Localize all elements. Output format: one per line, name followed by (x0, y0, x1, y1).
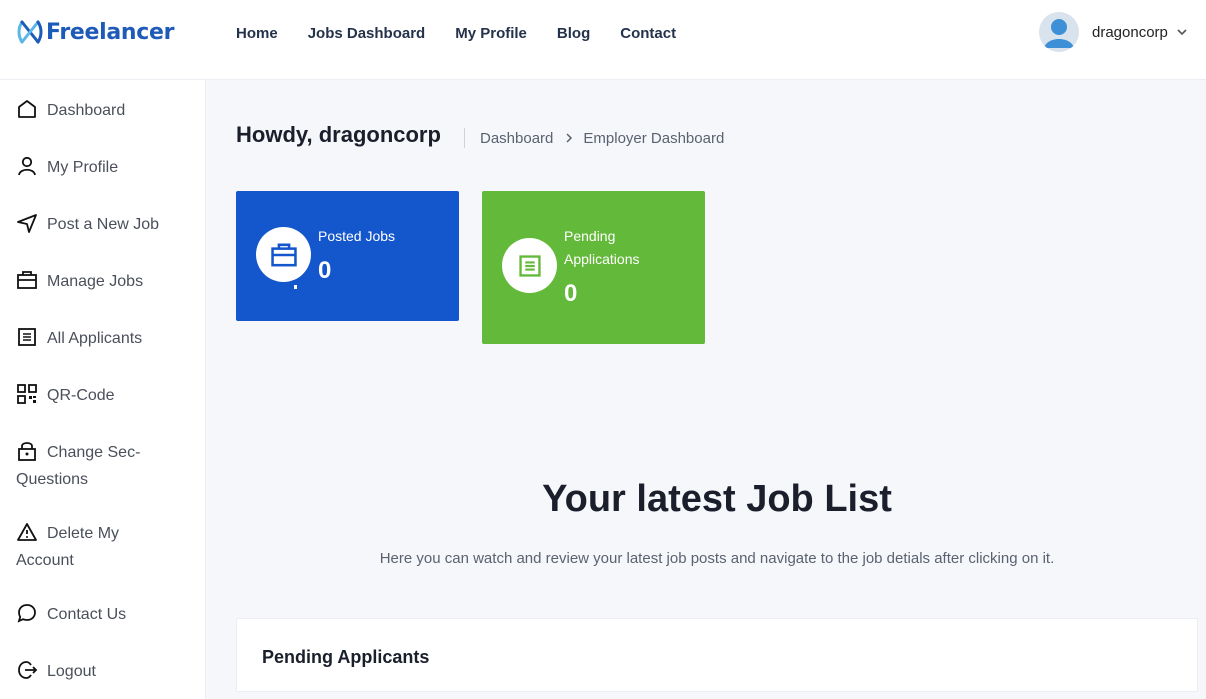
panel-title: Pending Applicants (262, 647, 430, 667)
sidebar-item-label: Post a New Job (47, 216, 160, 233)
posted-jobs-card[interactable]: Posted Jobs 0 (236, 191, 459, 321)
sidebar-item-change-sec-questions[interactable]: Change Sec-Questions (16, 439, 176, 493)
sidebar: Dashboard My Profile Post a New Job Mana… (0, 80, 206, 699)
pending-applications-label: Pending Applications (564, 228, 640, 267)
section-subtitle: Here you can watch and review your lates… (379, 550, 1055, 567)
breadcrumb-dashboard[interactable]: Dashboard (480, 130, 553, 147)
sidebar-item-label: All Applicants (47, 330, 143, 347)
page-title: Howdy, dragoncorp (236, 122, 441, 147)
brand-name: Freelancer (46, 19, 175, 45)
chat-icon (17, 604, 36, 623)
brand-logo[interactable]: Freelancer (16, 18, 174, 46)
top-header: Freelancer Home Jobs Dashboard My Profil… (0, 0, 1206, 80)
sidebar-item-delete-account[interactable]: Delete My Account (16, 520, 176, 574)
breadcrumb: Dashboard Employer Dashboard (464, 128, 724, 148)
chevron-right-icon (566, 133, 573, 143)
home-icon (18, 100, 36, 118)
nav-contact[interactable]: Contact (620, 25, 676, 42)
breadcrumb-current: Employer Dashboard (583, 129, 725, 147)
sidebar-item-logout[interactable]: Logout (16, 658, 176, 685)
sidebar-item-contact-us[interactable]: Contact Us (16, 601, 176, 628)
avatar (1039, 12, 1079, 52)
sidebar-item-all-applicants[interactable]: All Applicants (16, 325, 176, 352)
user-icon (18, 156, 36, 176)
warning-icon (17, 523, 37, 541)
document-icon (518, 254, 541, 277)
sidebar-item-my-profile[interactable]: My Profile (16, 154, 176, 181)
nav-my-profile[interactable]: My Profile (455, 25, 527, 42)
lock-icon (18, 442, 36, 461)
nav-jobs-dashboard[interactable]: Jobs Dashboard (308, 25, 426, 42)
pending-applications-card[interactable]: Pending Applications 0 (482, 191, 705, 344)
logout-icon (18, 661, 38, 679)
document-icon (18, 328, 36, 346)
sidebar-item-label: Manage Jobs (47, 273, 144, 290)
sidebar-item-label: Dashboard (47, 102, 126, 119)
sidebar-item-post-job[interactable]: Post a New Job (16, 211, 176, 238)
sidebar-item-qr-code[interactable]: QR-Code (16, 382, 176, 409)
sidebar-item-label: QR-Code (47, 387, 115, 404)
section-title: Your latest Job List (542, 478, 892, 520)
sidebar-item-dashboard[interactable]: Dashboard (16, 97, 176, 124)
sidebar-item-label: Logout (47, 663, 96, 680)
chevron-down-icon (1177, 29, 1187, 36)
pending-applications-icon-circle (502, 238, 557, 293)
sidebar-item-manage-jobs[interactable]: Manage Jobs (16, 268, 176, 295)
nav-home[interactable]: Home (236, 25, 278, 42)
dot-marker (294, 285, 297, 289)
pending-applicants-panel: Pending Applicants (236, 618, 1198, 692)
qr-code-icon (17, 384, 37, 404)
nav-blog[interactable]: Blog (557, 25, 590, 42)
logo-icon (17, 20, 43, 44)
main-nav: Home Jobs Dashboard My Profile Blog Cont… (236, 25, 706, 42)
avatar-icon (1039, 12, 1079, 52)
user-menu[interactable]: dragoncorp (1039, 12, 1188, 52)
posted-jobs-label: Posted Jobs (318, 228, 396, 244)
sidebar-item-label: Contact Us (47, 606, 127, 623)
pending-applications-count: 0 (564, 280, 578, 307)
send-icon (17, 214, 37, 233)
briefcase-icon (17, 271, 37, 289)
sidebar-item-label: My Profile (47, 159, 119, 176)
posted-jobs-count: 0 (318, 257, 332, 284)
briefcase-icon (270, 243, 297, 266)
posted-jobs-icon-circle (256, 227, 311, 282)
user-name: dragoncorp (1092, 23, 1168, 41)
